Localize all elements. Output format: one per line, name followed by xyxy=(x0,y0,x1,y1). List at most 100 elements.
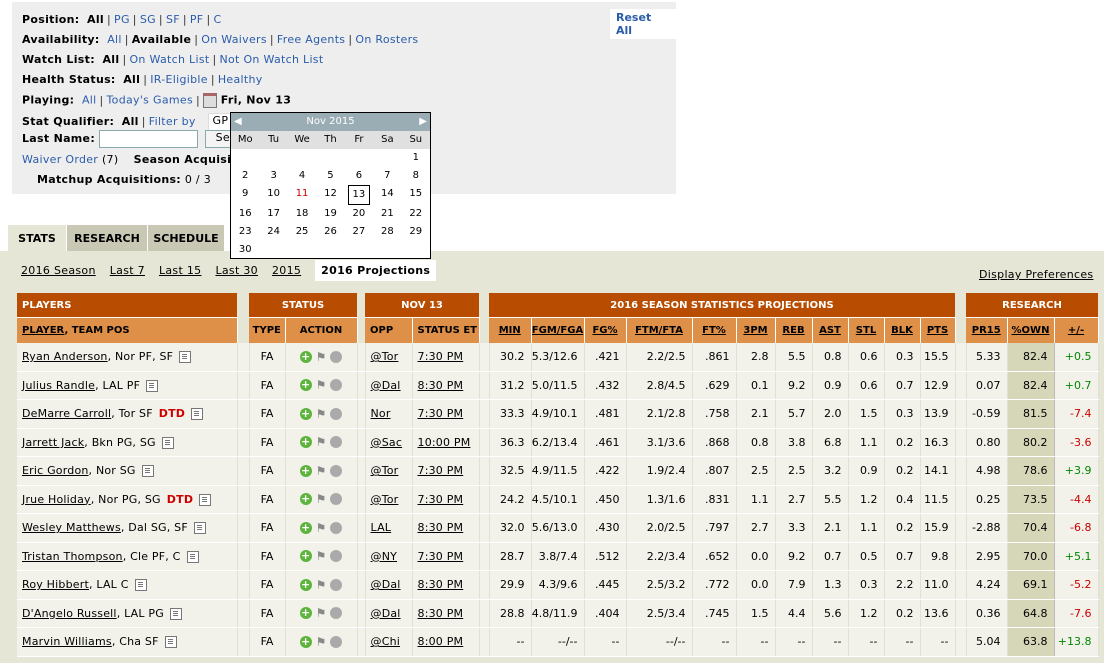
add-player-icon[interactable]: + xyxy=(299,464,312,477)
calendar-day[interactable]: 21 xyxy=(376,205,398,223)
player-name-link[interactable]: Marvin Williams xyxy=(22,635,112,648)
watch-flag-icon[interactable]: ⚑ xyxy=(316,464,327,478)
opponent-link[interactable]: @Sac xyxy=(371,436,403,449)
next-month-icon[interactable]: ▶ xyxy=(419,113,427,131)
calendar-day[interactable]: 27 xyxy=(348,223,370,241)
calendar-day[interactable]: 14 xyxy=(376,185,398,203)
waiver-order-link[interactable]: Waiver Order xyxy=(22,153,98,166)
player-news-icon[interactable] xyxy=(146,379,159,392)
calendar-day[interactable]: 6 xyxy=(348,167,370,185)
player-name-link[interactable]: Jarrett Jack xyxy=(22,436,84,449)
opponent-link[interactable]: Nor xyxy=(371,407,391,420)
tab-research[interactable]: RESEARCH xyxy=(67,225,147,251)
calendar-day[interactable]: 11 xyxy=(291,185,313,203)
sort-link[interactable]: PR15 xyxy=(972,325,1001,336)
add-player-icon[interactable]: + xyxy=(299,407,312,420)
stat-header-3pm[interactable]: 3PM xyxy=(736,317,776,343)
watch-flag-icon[interactable]: ⚑ xyxy=(316,350,327,364)
availability-rosters[interactable]: On Rosters xyxy=(355,33,418,46)
watch-flag-icon[interactable]: ⚑ xyxy=(316,435,327,449)
game-time-link[interactable]: 7:30 PM xyxy=(418,407,464,420)
game-time-link[interactable]: 10:00 PM xyxy=(418,436,471,449)
opponent-link[interactable]: @Tor xyxy=(371,493,399,506)
research-header-1[interactable]: %OWN xyxy=(1007,317,1055,343)
calendar-day[interactable]: 24 xyxy=(262,223,284,241)
calendar-day[interactable]: 16 xyxy=(234,205,256,223)
watch-flag-icon[interactable]: ⚑ xyxy=(316,378,327,392)
player-news-icon[interactable] xyxy=(161,436,174,449)
watch-flag-icon[interactable]: ⚑ xyxy=(316,578,327,592)
trade-icon[interactable] xyxy=(330,550,343,563)
trade-icon[interactable] xyxy=(330,607,343,620)
trade-icon[interactable] xyxy=(330,493,343,506)
calendar-day[interactable]: 29 xyxy=(405,223,427,241)
calendar-day[interactable]: 4 xyxy=(291,167,313,185)
calendar-day[interactable]: 30 xyxy=(234,241,256,259)
calendar-day[interactable]: 23 xyxy=(234,223,256,241)
game-time-link[interactable]: 8:00 PM xyxy=(418,635,464,648)
calendar-day[interactable]: 8 xyxy=(405,167,427,185)
position-c[interactable]: C xyxy=(213,13,221,26)
watch-not-on[interactable]: Not On Watch List xyxy=(219,53,323,66)
availability-waivers[interactable]: On Waivers xyxy=(201,33,267,46)
stat-header-fg[interactable]: FG% xyxy=(584,317,627,343)
player-column-header[interactable]: PLAYER, TEAM POS xyxy=(17,317,238,343)
player-news-icon[interactable] xyxy=(199,493,212,506)
player-name-link[interactable]: DeMarre Carroll xyxy=(22,407,111,420)
player-news-icon[interactable] xyxy=(191,408,204,421)
reset-all-button[interactable]: Reset All xyxy=(610,9,676,39)
player-name-link[interactable]: Jrue Holiday xyxy=(22,493,91,506)
calendar-day[interactable]: 20 xyxy=(348,205,370,223)
stat-header-min[interactable]: MIN xyxy=(489,317,532,343)
watch-flag-icon[interactable]: ⚑ xyxy=(316,635,327,649)
position-sg[interactable]: SG xyxy=(140,13,156,26)
sort-link[interactable]: PTS xyxy=(927,325,948,336)
display-preferences-link[interactable]: Display Preferences xyxy=(979,268,1093,281)
prev-month-icon[interactable]: ◀ xyxy=(234,113,242,131)
opponent-link[interactable]: @Dal xyxy=(371,607,401,620)
player-news-icon[interactable] xyxy=(186,550,199,563)
trade-icon[interactable] xyxy=(330,436,343,449)
stat-header-blk[interactable]: BLK xyxy=(884,317,921,343)
opponent-link[interactable]: LAL xyxy=(371,521,392,534)
game-time-link[interactable]: 8:30 PM xyxy=(418,379,464,392)
game-time-link[interactable]: 7:30 PM xyxy=(418,464,464,477)
tab-stats[interactable]: STATS xyxy=(8,225,66,251)
player-news-icon[interactable] xyxy=(179,351,192,364)
add-player-icon[interactable]: + xyxy=(299,607,312,620)
add-player-icon[interactable]: + xyxy=(299,521,312,534)
sort-link[interactable]: BLK xyxy=(891,325,913,336)
game-time-link[interactable]: 8:30 PM xyxy=(418,521,464,534)
sort-link[interactable]: FTM/FTA xyxy=(635,325,683,336)
opponent-link[interactable]: @Dal xyxy=(371,578,401,591)
trade-icon[interactable] xyxy=(330,379,343,392)
calendar-icon[interactable] xyxy=(203,93,217,108)
trade-icon[interactable] xyxy=(330,521,343,534)
stat-header-reb[interactable]: REB xyxy=(775,317,813,343)
player-name-link[interactable]: Ryan Anderson xyxy=(22,350,108,363)
period-2016-season[interactable]: 2016 Season xyxy=(21,264,96,277)
player-name-link[interactable]: Wesley Matthews xyxy=(22,521,121,534)
period-last-15[interactable]: Last 15 xyxy=(159,264,202,277)
player-news-icon[interactable] xyxy=(193,522,206,535)
position-sf[interactable]: SF xyxy=(166,13,180,26)
opponent-link[interactable]: @Tor xyxy=(371,464,399,477)
opponent-link[interactable]: @NY xyxy=(371,550,398,563)
trade-icon[interactable] xyxy=(330,407,343,420)
watch-flag-icon[interactable]: ⚑ xyxy=(316,521,327,535)
stat-header-ast[interactable]: AST xyxy=(812,317,849,343)
sort-link[interactable]: 3PM xyxy=(743,325,767,336)
player-name-link[interactable]: Eric Gordon xyxy=(22,464,89,477)
sort-link[interactable]: FT% xyxy=(702,325,726,336)
period-last-30[interactable]: Last 30 xyxy=(215,264,258,277)
player-news-icon[interactable] xyxy=(141,465,154,478)
calendar-day[interactable]: 25 xyxy=(291,223,313,241)
add-player-icon[interactable]: + xyxy=(299,350,312,363)
game-time-link[interactable]: 7:30 PM xyxy=(418,550,464,563)
period-2015[interactable]: 2015 xyxy=(272,264,301,277)
position-pg[interactable]: PG xyxy=(114,13,130,26)
player-news-icon[interactable] xyxy=(169,607,182,620)
player-name-link[interactable]: Tristan Thompson xyxy=(22,550,123,563)
opponent-link[interactable]: @Tor xyxy=(371,350,399,363)
watch-flag-icon[interactable]: ⚑ xyxy=(316,549,327,563)
